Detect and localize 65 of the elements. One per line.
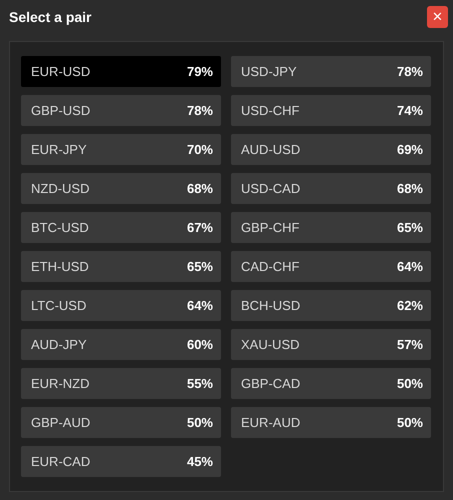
pair-item[interactable]: BCH-USD 62%: [231, 290, 431, 321]
pair-item[interactable]: GBP-AUD 50%: [21, 407, 221, 438]
pair-name: BCH-USD: [241, 298, 300, 313]
pair-item[interactable]: AUD-JPY 60%: [21, 329, 221, 360]
pair-name: NZD-USD: [31, 181, 90, 196]
payout-percent: 67%: [186, 220, 213, 235]
pair-name: USD-JPY: [241, 64, 297, 79]
pair-item[interactable]: EUR-NZD 55%: [21, 368, 221, 399]
pair-name: USD-CHF: [241, 103, 300, 118]
payout-percent: 69%: [396, 142, 423, 157]
pair-item[interactable]: EUR-CAD 45%: [21, 446, 221, 477]
pair-item[interactable]: NZD-USD 68%: [21, 173, 221, 204]
pair-name: USD-CAD: [241, 181, 300, 196]
payout-percent: 68%: [396, 181, 423, 196]
pair-item[interactable]: EUR-USD 79%: [21, 56, 221, 87]
pair-name: AUD-USD: [241, 142, 300, 157]
pair-name: EUR-JPY: [31, 142, 87, 157]
payout-percent: 45%: [186, 454, 213, 469]
pair-name: ETH-USD: [31, 259, 89, 274]
pair-item[interactable]: USD-JPY 78%: [231, 56, 431, 87]
pair-name: AUD-JPY: [31, 337, 87, 352]
payout-percent: 57%: [396, 337, 423, 352]
pair-item[interactable]: CAD-CHF 64%: [231, 251, 431, 282]
pair-name: GBP-USD: [31, 103, 90, 118]
pair-name: EUR-USD: [31, 64, 90, 79]
payout-percent: 78%: [396, 64, 423, 79]
payout-percent: 64%: [186, 298, 213, 313]
payout-percent: 70%: [186, 142, 213, 157]
pair-item[interactable]: USD-CHF 74%: [231, 95, 431, 126]
pair-name: XAU-USD: [241, 337, 300, 352]
pair-item[interactable]: LTC-USD 64%: [21, 290, 221, 321]
payout-percent: 74%: [396, 103, 423, 118]
payout-percent: 50%: [396, 376, 423, 391]
pair-name: BTC-USD: [31, 220, 89, 235]
pair-item[interactable]: ETH-USD 65%: [21, 251, 221, 282]
pair-item[interactable]: GBP-USD 78%: [21, 95, 221, 126]
pair-item[interactable]: USD-CAD 68%: [231, 173, 431, 204]
pair-item[interactable]: EUR-JPY 70%: [21, 134, 221, 165]
dialog-title: Select a pair: [9, 8, 92, 24]
payout-percent: 50%: [396, 415, 423, 430]
pair-name: CAD-CHF: [241, 259, 300, 274]
pair-item[interactable]: AUD-USD 69%: [231, 134, 431, 165]
payout-percent: 55%: [186, 376, 213, 391]
pair-item[interactable]: GBP-CAD 50%: [231, 368, 431, 399]
payout-percent: 65%: [186, 259, 213, 274]
payout-percent: 65%: [396, 220, 423, 235]
payout-percent: 62%: [396, 298, 423, 313]
pair-name: GBP-CAD: [241, 376, 300, 391]
pair-name: EUR-AUD: [241, 415, 300, 430]
pair-item[interactable]: GBP-CHF 65%: [231, 212, 431, 243]
payout-percent: 78%: [186, 103, 213, 118]
pair-name: GBP-AUD: [31, 415, 90, 430]
pair-item[interactable]: EUR-AUD 50%: [231, 407, 431, 438]
pair-item[interactable]: BTC-USD 67%: [21, 212, 221, 243]
pair-name: EUR-CAD: [31, 454, 90, 469]
payout-percent: 60%: [186, 337, 213, 352]
pair-name: GBP-CHF: [241, 220, 300, 235]
pair-name: EUR-NZD: [31, 376, 90, 391]
pair-name: LTC-USD: [31, 298, 86, 313]
payout-percent: 64%: [396, 259, 423, 274]
payout-percent: 79%: [186, 64, 213, 79]
payout-percent: 50%: [186, 415, 213, 430]
payout-percent: 68%: [186, 181, 213, 196]
pair-item[interactable]: XAU-USD 57%: [231, 329, 431, 360]
close-button[interactable]: ×: [427, 6, 448, 28]
